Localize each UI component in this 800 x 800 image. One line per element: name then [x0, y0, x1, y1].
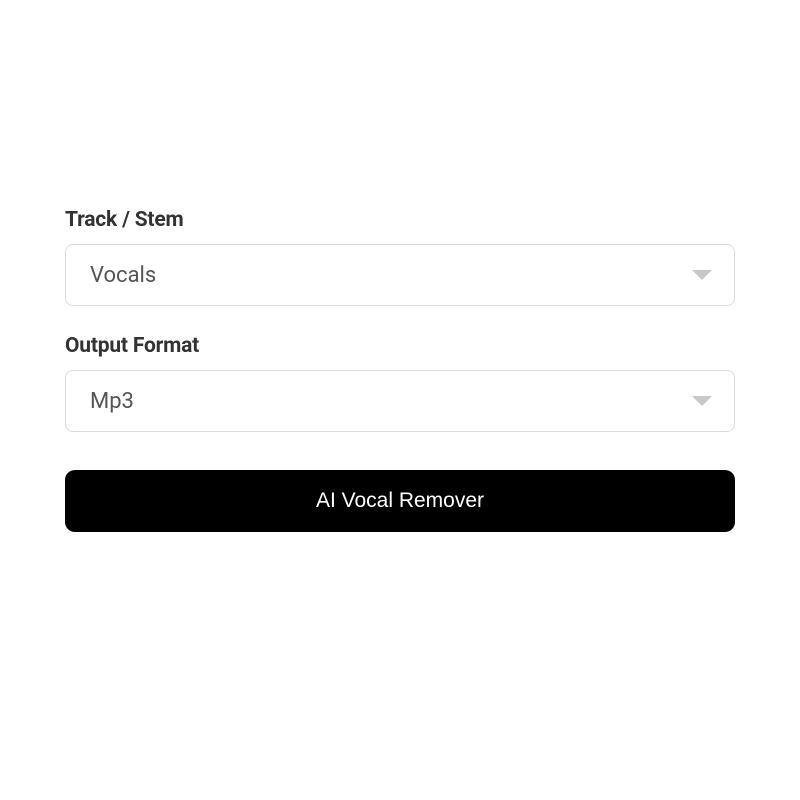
track-stem-label: Track / Stem — [65, 208, 735, 232]
track-stem-value: Vocals — [90, 263, 156, 288]
output-format-label: Output Format — [65, 334, 735, 358]
track-stem-select[interactable]: Vocals — [65, 244, 735, 306]
output-format-field: Output Format Mp3 — [65, 334, 735, 432]
output-format-value: Mp3 — [90, 389, 134, 414]
chevron-down-icon — [692, 270, 712, 280]
chevron-down-icon — [692, 396, 712, 406]
form-container: Track / Stem Vocals Output Format Mp3 AI… — [65, 208, 735, 532]
track-stem-field: Track / Stem Vocals — [65, 208, 735, 306]
ai-vocal-remover-button[interactable]: AI Vocal Remover — [65, 470, 735, 532]
output-format-select[interactable]: Mp3 — [65, 370, 735, 432]
